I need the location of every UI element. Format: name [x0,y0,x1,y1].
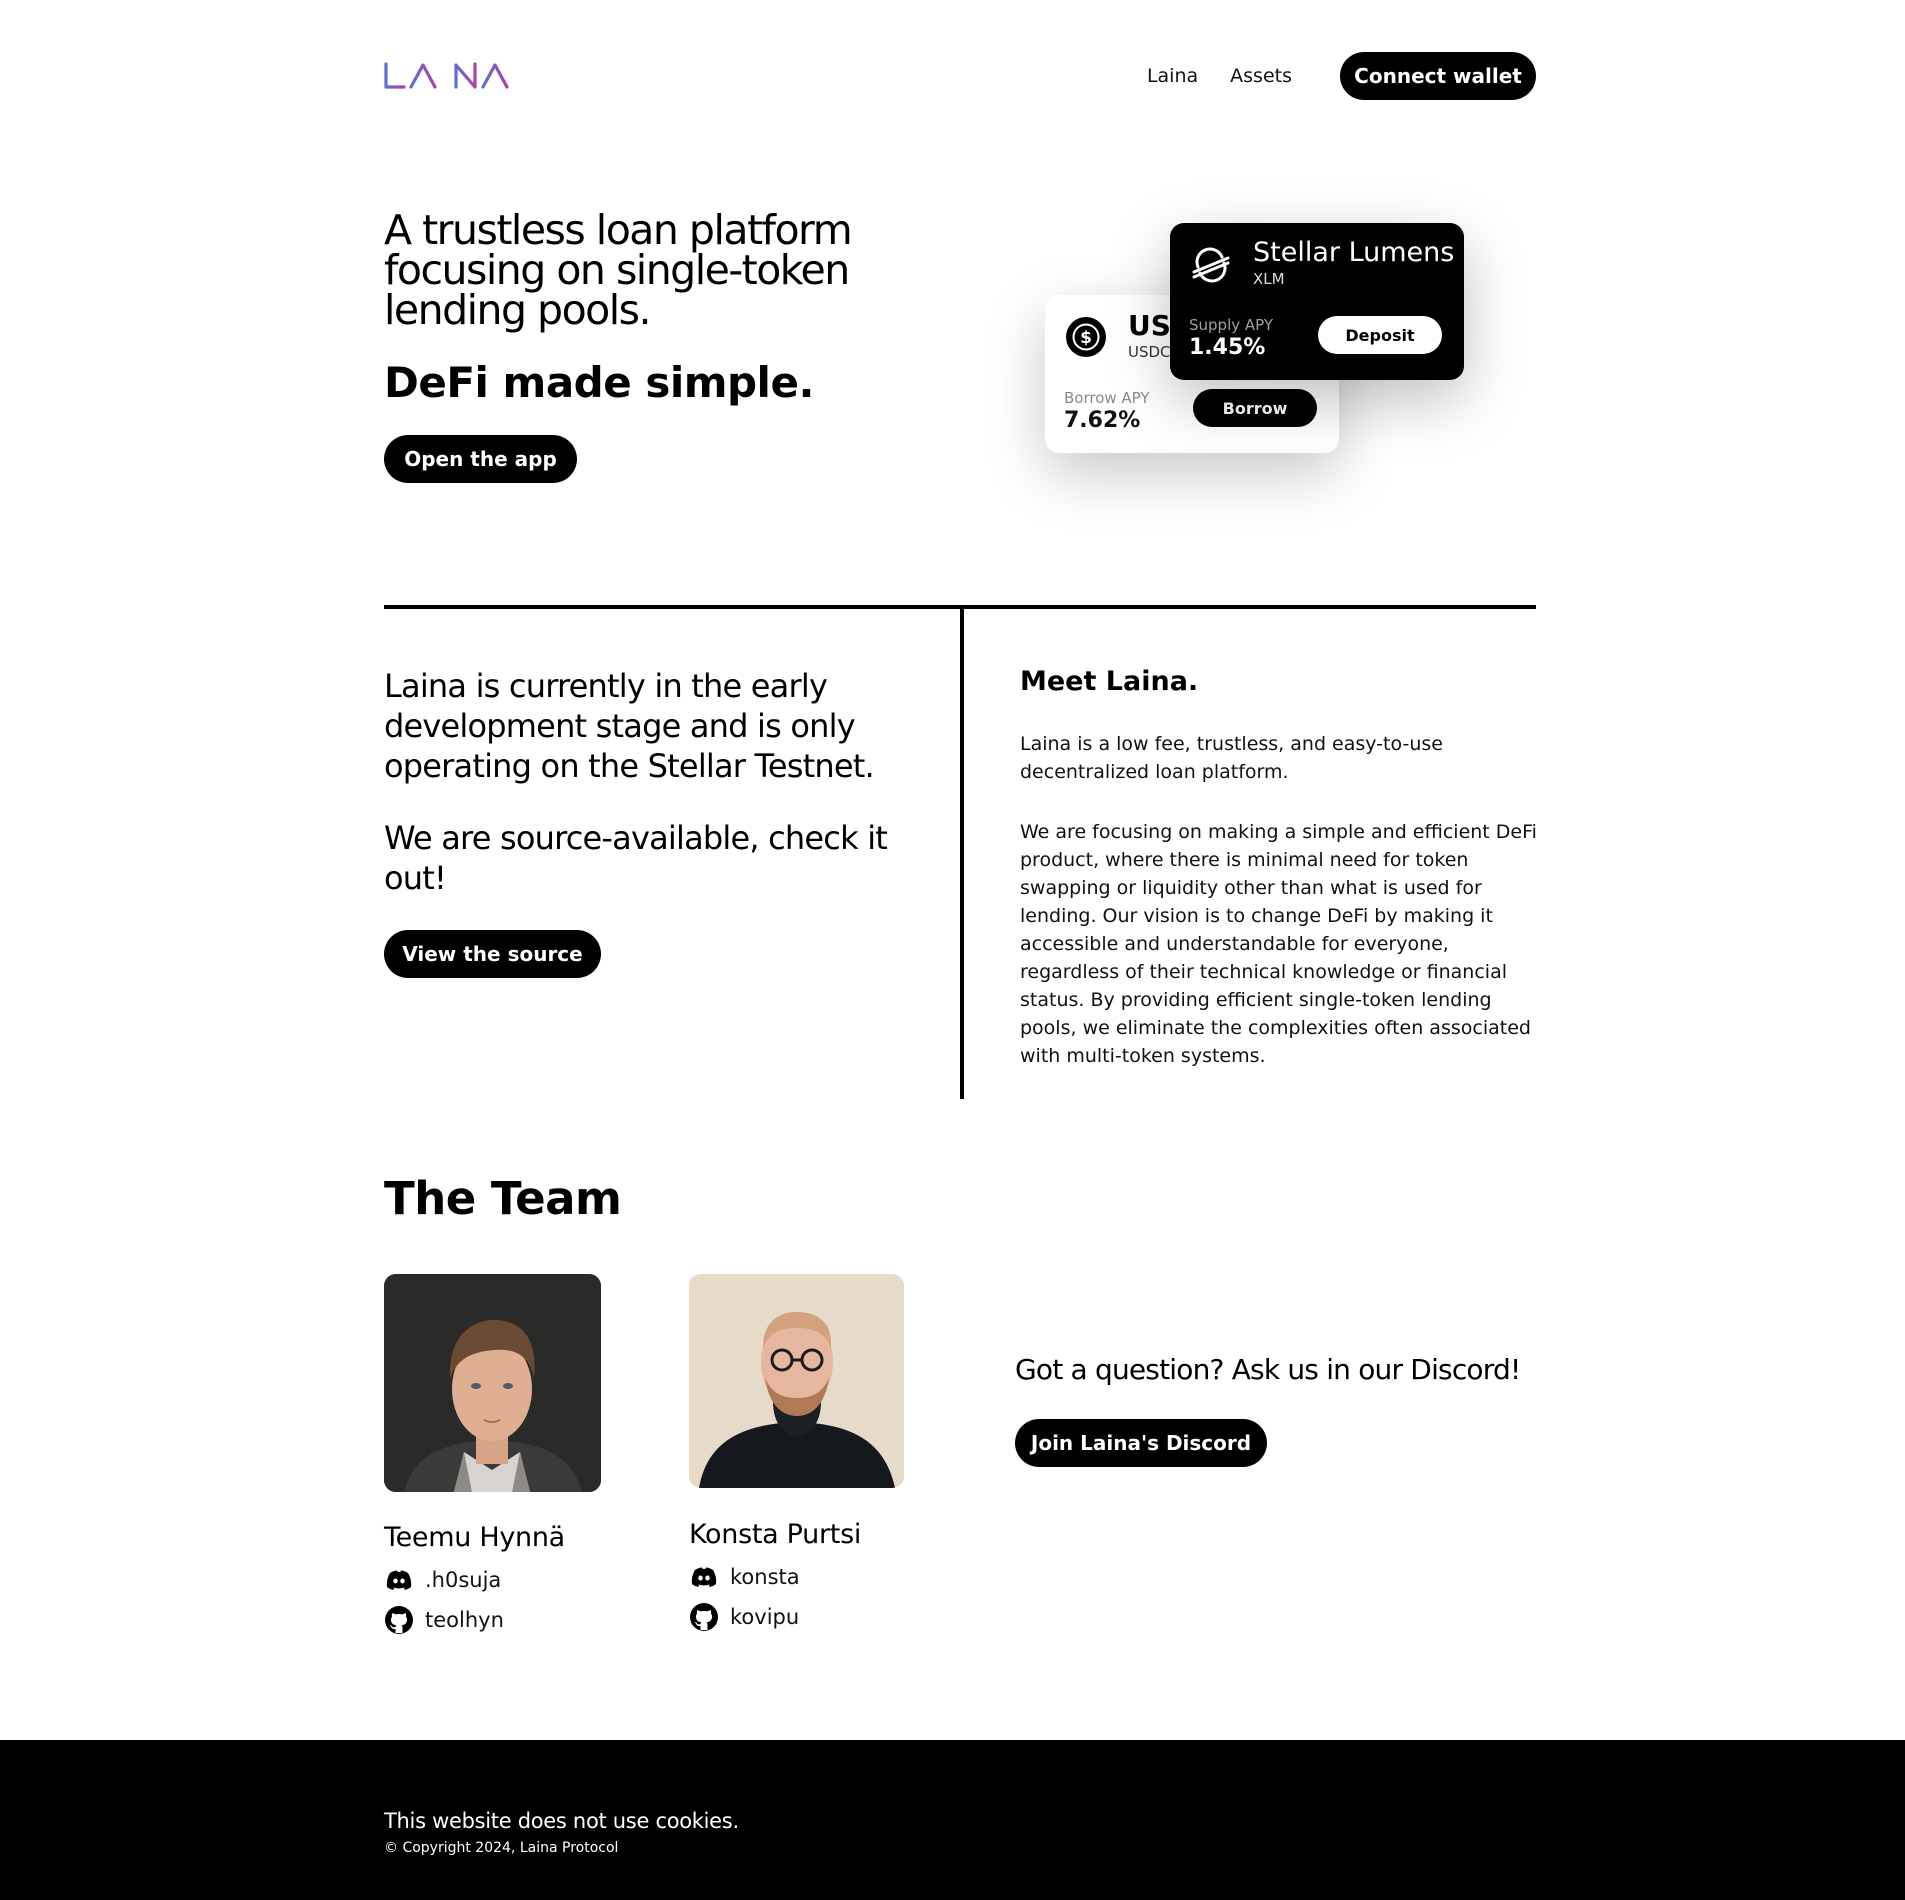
connect-wallet-button[interactable]: Connect wallet [1340,52,1536,100]
copyright: © Copyright 2024, Laina Protocol [384,1840,619,1856]
stellar-card: Stellar Lumens XLM Supply APY 1.45% Depo… [1170,223,1464,380]
discord-handle: .h0suja [425,1568,502,1592]
source-available-text: We are source-available, check it out! [384,819,888,897]
nav-link-assets[interactable]: Assets [1230,65,1292,87]
team-member-github[interactable]: teolhyn [384,1605,504,1635]
supply-apy-label: Supply APY [1189,316,1274,334]
main-nav: Laina Assets Connect wallet [1147,52,1536,100]
team-member-discord[interactable]: konsta [689,1562,800,1592]
view-source-button[interactable]: View the source [384,930,601,978]
borrow-apy-value: 7.62% [1064,408,1141,433]
discord-handle: konsta [730,1565,800,1589]
svg-text:$: $ [1080,328,1092,348]
team-member-photo-teemu [384,1274,601,1492]
status-text: Laina is currently in the early developm… [384,667,875,785]
meet-laina-title: Meet Laina. [1020,666,1199,697]
hero-title: A trustless loan platform focusing on si… [384,206,853,334]
discord-icon [386,1570,412,1590]
deposit-button[interactable]: Deposit [1318,316,1442,354]
borrow-apy-label: Borrow APY [1064,389,1150,407]
team-title: The Team [384,1172,622,1225]
github-handle: teolhyn [425,1608,504,1632]
supply-apy-value: 1.45% [1189,335,1266,360]
discord-icon [691,1567,717,1587]
github-icon [385,1606,413,1634]
team-member-github[interactable]: kovipu [689,1602,799,1632]
cookie-notice: This website does not use cookies. [384,1809,739,1833]
meet-laina-paragraph-1: Laina is a low fee, trustless, and easy-… [1020,733,1443,783]
team-member-name: Konsta Purtsi [689,1519,862,1550]
team-member-name: Teemu Hynnä [384,1522,565,1553]
discord-question: Got a question? Ask us in our Discord! [1015,1353,1521,1386]
site-header: Laina Assets Connect wallet [384,52,1536,100]
team-member-discord[interactable]: .h0suja [384,1565,501,1595]
section-divider-vertical [960,605,964,1099]
join-discord-button[interactable]: Join Laina's Discord [1015,1419,1267,1467]
github-handle: kovipu [730,1605,800,1629]
usdc-icon: $ [1066,317,1106,357]
site-footer: This website does not use cookies. © Cop… [0,1740,1905,1900]
hero-subtitle: DeFi made simple. [384,358,814,407]
stellar-icon [1192,247,1230,283]
team-member-photo-konsta [689,1274,904,1488]
nav-link-laina[interactable]: Laina [1147,65,1198,87]
borrow-button[interactable]: Borrow [1193,389,1317,427]
laina-logo[interactable] [384,62,510,90]
stellar-card-name: Stellar Lumens [1253,237,1455,268]
meet-laina-paragraph-2: We are focusing on making a simple and e… [1020,821,1537,1067]
open-app-button[interactable]: Open the app [384,435,577,483]
github-icon [690,1603,718,1631]
stellar-card-ticker: XLM [1253,270,1285,288]
usdc-card-ticker: USDC [1128,343,1171,361]
